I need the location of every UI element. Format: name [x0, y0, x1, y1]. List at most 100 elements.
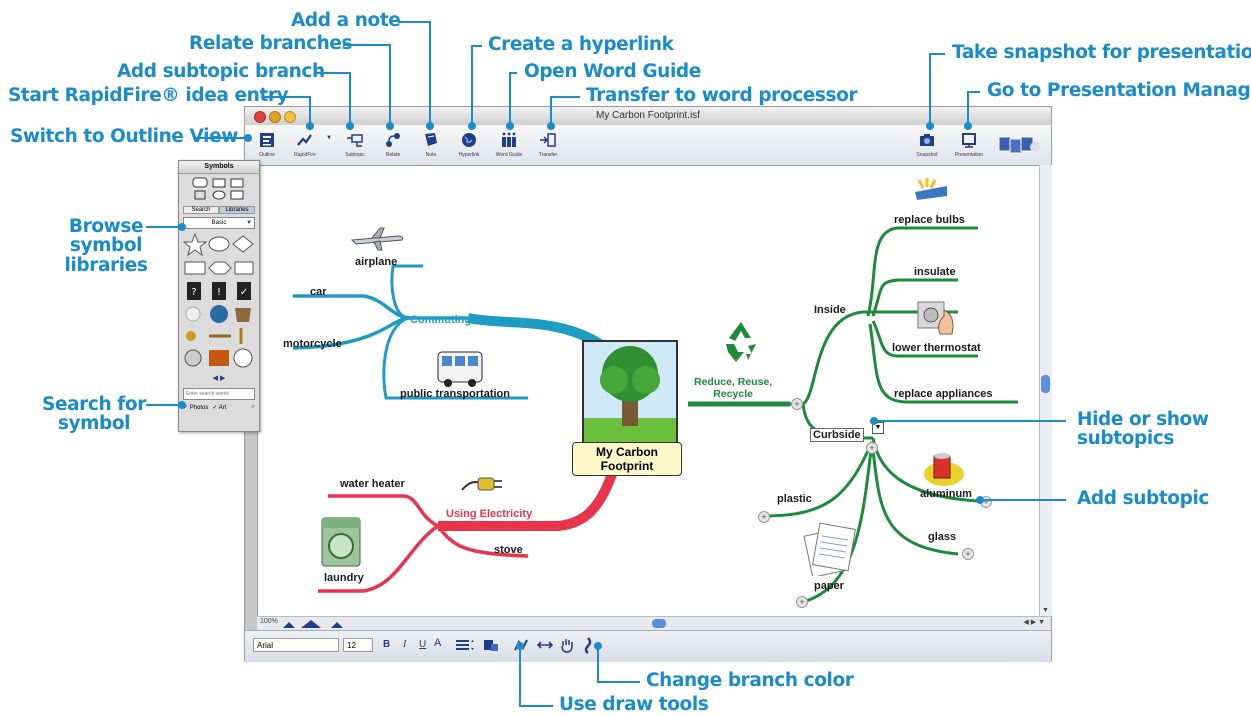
callout-hide-show-subtopics: Hide or show subtopics [1077, 409, 1209, 450]
snapshot-button[interactable]: Snapshot [907, 131, 947, 158]
add-subtopic-handle[interactable]: + [791, 398, 803, 410]
scroll-arrows-icon[interactable]: ◀ ▶ ▼ [1023, 618, 1045, 626]
svg-text:✓: ✓ [240, 287, 248, 298]
add-subtopic-handle[interactable]: + [758, 511, 770, 523]
callout-search-symbol: Search for symbol [42, 394, 146, 435]
outline-button[interactable]: Outline [247, 131, 287, 158]
svg-text:!: ! [217, 287, 221, 298]
callout-relate-branches: Relate branches [189, 33, 353, 54]
callout-add-note: Add a note [291, 10, 401, 31]
subtopic-lower-thermostat[interactable]: lower thermostat [892, 342, 981, 354]
symbols-panel: Symbols Search Libraries Basic ▼ ? ! ✓ ◀… [178, 160, 260, 432]
diagram-canvas[interactable]: My Carbon Footprint Commuting car motorc… [257, 165, 1041, 618]
branch-color-icon[interactable] [583, 636, 593, 654]
hand-icon[interactable] [559, 637, 575, 653]
symbols-panel-title: Symbols [179, 161, 259, 174]
align-icon[interactable] [455, 639, 475, 651]
camera-icon [920, 134, 934, 146]
presentation-button[interactable]: Presentation [949, 131, 989, 158]
subtopic-motorcycle[interactable]: motorcycle [283, 338, 342, 350]
subtopic-icon [347, 134, 363, 147]
rapidfire-button[interactable]: RapidFire [285, 131, 325, 158]
app-window: My Carbon Footprint.isf Outline RapidFir… [244, 106, 1052, 662]
subtopic-curbside[interactable]: Curbside [810, 428, 864, 442]
symbol-search-input[interactable]: Enter search words [183, 388, 255, 400]
word-guide-icon [502, 132, 516, 147]
topic-using-electricity[interactable]: Using Electricity [446, 508, 532, 520]
font-select[interactable]: Arial [253, 638, 339, 652]
add-subtopic-handle[interactable]: + [796, 596, 808, 608]
callout-add-subtopic: Add subtopic [1077, 488, 1209, 509]
word-guide-button[interactable]: Word Guide [489, 131, 529, 158]
subtopic-car[interactable]: car [310, 286, 327, 298]
subtopic-laundry[interactable]: laundry [324, 572, 364, 584]
callout-use-draw-tools: Use draw tools [559, 694, 709, 715]
relate-icon [386, 133, 400, 147]
subtopic-airplane[interactable]: airplane [355, 256, 397, 268]
text-color-icon[interactable]: A [434, 637, 441, 649]
library-select[interactable]: Basic ▼ [183, 217, 255, 229]
horizontal-scrollbar[interactable]: 100% ◀ ▶ ▼ [257, 616, 1051, 631]
subtopic-replace-appliances[interactable]: replace appliances [894, 388, 992, 400]
bold-button[interactable]: B [383, 639, 390, 650]
symbol-format-icon[interactable] [483, 638, 499, 652]
draw-tools-icon[interactable] [513, 638, 529, 652]
italic-button[interactable]: I [403, 639, 406, 650]
move-icon[interactable] [537, 638, 553, 652]
callout-transfer-word-processor: Transfer to word processor [586, 85, 858, 106]
subtopic-public-transportation[interactable]: public transportation [400, 388, 510, 400]
rapidfire-dropdown-icon[interactable]: ▼ [326, 135, 332, 141]
thermostat-icon [917, 301, 954, 335]
topic-reduce-reuse-recycle[interactable]: Reduce, Reuse, Recycle [694, 376, 772, 400]
subtopic-replace-bulbs[interactable]: replace bulbs [894, 214, 965, 226]
subtopic-glass[interactable]: glass [928, 531, 956, 543]
transfer-button[interactable]: Transfer [528, 131, 568, 158]
plug-icon [461, 477, 502, 491]
zoom-level[interactable]: 100% [260, 618, 278, 625]
subtopic-inside[interactable]: Inside [814, 304, 846, 316]
rapidfire-icon [297, 134, 312, 146]
branch-airplane [390, 264, 423, 320]
vertical-scroll-thumb[interactable] [1041, 375, 1050, 393]
add-subtopic-handle[interactable]: + [866, 442, 878, 454]
view-thumbnails-icon[interactable] [997, 133, 1041, 157]
subtopic-insulate[interactable]: insulate [914, 266, 956, 278]
central-topic-image[interactable] [582, 340, 678, 444]
horizontal-scroll-thumb[interactable] [652, 619, 666, 628]
vertical-scrollbar[interactable]: ▼ [1039, 165, 1052, 616]
photos-checkbox[interactable]: ✓ Photos [183, 404, 208, 411]
topic-commuting[interactable]: Commuting [410, 314, 471, 326]
subtopic-water-heater[interactable]: water heater [340, 478, 405, 490]
callout-start-rapidfire: Start RapidFire® idea entry [8, 85, 289, 106]
art-checkbox[interactable]: ✓ Art [212, 404, 226, 411]
callout-open-word-guide: Open Word Guide [524, 61, 701, 82]
hyperlink-button[interactable]: Hyperlink [449, 131, 489, 158]
relate-button[interactable]: Relate [373, 131, 413, 158]
font-size-select[interactable]: 12 [343, 638, 373, 652]
callout-browse-symbol-libraries: Browse symbol libraries [64, 216, 148, 276]
subtopic-aluminum[interactable]: aluminum [920, 488, 972, 500]
subtopic-paper[interactable]: paper [814, 580, 844, 592]
hide-show-subtopics-toggle[interactable]: ▼ [872, 422, 884, 434]
callout-add-subtopic-branch: Add subtopic branch [117, 61, 325, 82]
subtopic-stove[interactable]: stove [494, 544, 523, 556]
tab-libraries[interactable]: Libraries [219, 206, 255, 214]
add-subtopic-handle[interactable]: + [962, 548, 974, 560]
note-button[interactable]: Note [411, 131, 451, 158]
shape-palette[interactable] [179, 174, 259, 204]
scroll-down-icon[interactable]: ▼ [1042, 607, 1049, 614]
underline-button[interactable]: U [419, 639, 426, 650]
subtopic-plastic[interactable]: plastic [777, 493, 812, 505]
subtopic-button[interactable]: Subtopic [335, 131, 375, 158]
search-icon[interactable]: ⌕ [252, 404, 255, 411]
central-topic-label[interactable]: My Carbon Footprint [572, 442, 682, 476]
symbol-filters: ✓ Photos ✓ Art ⌕ [183, 404, 255, 411]
zoom-mountains-icon[interactable] [281, 619, 371, 629]
symbol-grid[interactable]: ? ! ✓ [179, 232, 259, 374]
globe-icon [462, 133, 476, 147]
page-arrows-icon[interactable]: ◀ ▶ [179, 374, 259, 382]
tab-search[interactable]: Search [183, 206, 219, 214]
callout-take-snapshot: Take snapshot for presentation [952, 42, 1251, 63]
add-subtopic-handle[interactable]: + [980, 496, 992, 508]
window-title: My Carbon Footprint.isf [596, 110, 700, 121]
